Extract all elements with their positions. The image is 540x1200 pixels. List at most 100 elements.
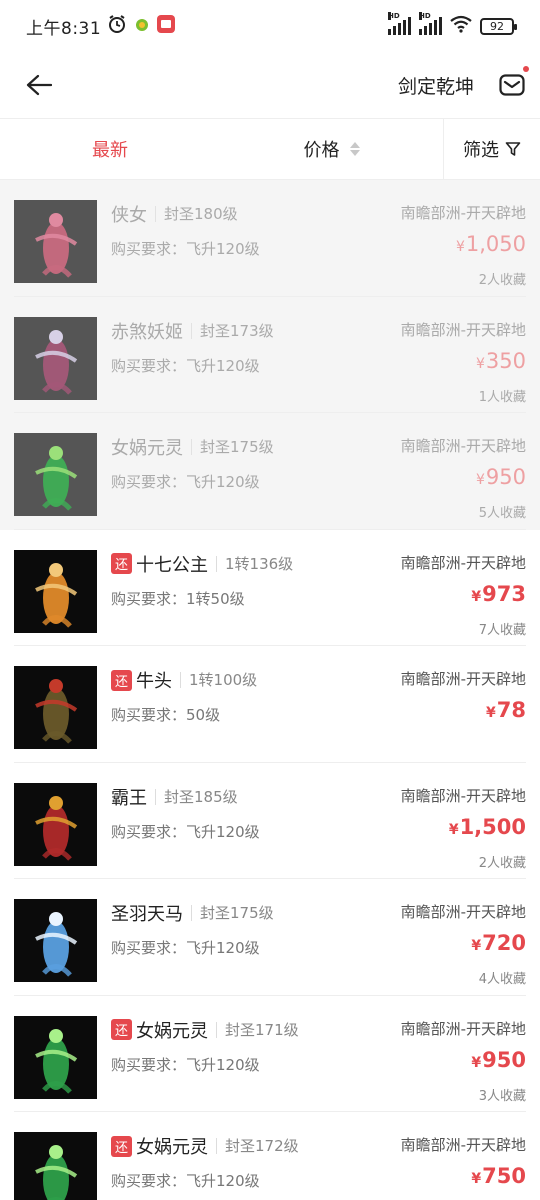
back-button[interactable] (22, 68, 56, 102)
pet-level: 封圣172级 (216, 1138, 299, 1154)
server-name: 南瞻部洲-开天辟地 (400, 1019, 526, 1038)
tag-badge: 还 (111, 669, 132, 691)
arrow-left-icon (26, 74, 52, 96)
pet-level: 封圣175级 (191, 905, 274, 921)
list-item[interactable]: 还女娲元灵 封圣171级购买要求：飞升120级 南瞻部洲-开天辟地 ¥950 3人收藏 (0, 996, 540, 1113)
pet-name: 赤煞妖姬 (111, 321, 183, 343)
list-item[interactable]: 还女娲元灵 封圣172级 购买要求：飞升120级 南瞻部洲-开天辟地 ¥750 (0, 1112, 540, 1200)
tab-price-label: 价格 (303, 140, 340, 161)
filter-label: 筛选 (463, 140, 499, 161)
server-name: 南瞻部洲-开天辟地 (400, 1136, 526, 1154)
wifi-icon (450, 15, 472, 37)
price: ¥950 (471, 1048, 526, 1072)
price: ¥78 (486, 698, 526, 722)
mail-button[interactable] (498, 66, 529, 99)
list-item[interactable]: 还牛头 1转100级购买要求：50级 南瞻部洲-开天辟地 ¥78 (0, 646, 540, 763)
purchase-requirement: 购买要求：50级 (111, 706, 221, 724)
pet-thumbnail (14, 666, 97, 749)
price-value: 720 (482, 931, 526, 955)
list-item[interactable]: 侠女 封圣180级 购买要求：飞升120级 南瞻部洲-开天辟地 ¥1,050 2人收藏 (0, 180, 540, 297)
list-item[interactable]: 赤煞妖姬 封圣173级 购买要求：飞升120级 南瞻部洲-开天辟地 ¥350 1人收藏 (0, 296, 540, 413)
purchase-requirement: 购买要求：1转50级 (111, 589, 245, 608)
name-row: 女娲元灵 封圣175级 (111, 434, 274, 460)
tag-badge: 还 (111, 553, 132, 574)
tag-badge: 还 (111, 1135, 132, 1157)
server-name: 南瞻部洲-开天辟地 (400, 903, 526, 921)
status-icons-right: HD HD 92 (388, 12, 517, 37)
list-item[interactable]: 女娲元灵 封圣175级 购买要求：飞升120级 南瞻部洲-开天辟地 ¥950 5人收藏 (0, 413, 540, 530)
purchase-requirement: 购买要求：飞升120级 (111, 240, 260, 258)
favorites-count: 3人收藏 (478, 1088, 526, 1104)
price-value: 950 (485, 465, 526, 489)
price-value: 973 (482, 581, 526, 606)
pet-thumbnail (14, 1132, 97, 1200)
price-value: 950 (482, 1047, 526, 1072)
app-header: 剑定乾坤 (0, 52, 540, 118)
price-value: 1,050 (465, 232, 526, 256)
pet-level: 封圣175级 (191, 439, 274, 455)
filter-button[interactable]: 筛选 (443, 118, 540, 180)
pet-name: 十七公主 (136, 554, 208, 576)
purchase-requirement: 购买要求：飞升120级 (111, 939, 260, 957)
favorites-count: 2人收藏 (478, 855, 526, 871)
server-name: 南瞻部洲-开天辟地 (400, 437, 526, 455)
pet-thumbnail (14, 899, 97, 982)
tab-latest[interactable]: 最新 (0, 136, 220, 162)
price: ¥973 (471, 582, 526, 606)
mail-icon (499, 74, 525, 96)
tag-badge: 还 (111, 1019, 132, 1040)
list-item[interactable]: 还十七公主 1转136级 购买要求：1转50级 南瞻部洲-开天辟地 ¥973 7人收藏 (0, 530, 540, 647)
pet-level: 封圣171级 (216, 1021, 299, 1038)
status-time: 上午8:31 (26, 18, 102, 39)
pet-level: 封圣173级 (191, 322, 274, 339)
pet-name: 女娲元灵 (136, 1137, 208, 1158)
header-title: 剑定乾坤 (397, 75, 474, 98)
pet-name: 霸王 (111, 787, 147, 809)
list-item[interactable]: 圣羽天马 封圣175级 购买要求：飞升120级 南瞻部洲-开天辟地 ¥720 4人收藏 (0, 879, 540, 996)
pet-thumbnail (14, 549, 97, 633)
currency-symbol: ¥ (471, 1054, 482, 1071)
server-name: 南瞻部洲-开天辟地 (400, 553, 526, 572)
favorites-count: 1人收藏 (478, 389, 526, 405)
listing: 侠女 封圣180级 购买要求：飞升120级 南瞻部洲-开天辟地 ¥1,050 2人收藏 赤煞… (0, 180, 540, 1200)
pet-name: 女娲元灵 (136, 1020, 208, 1042)
shopping-app-icon (157, 15, 176, 37)
name-row: 还十七公主 1转136级 (111, 551, 293, 577)
pet-level: 1转100级 (180, 672, 257, 688)
pet-name: 圣羽天马 (111, 904, 183, 925)
signal-icon: HD (388, 12, 411, 35)
price: ¥350 (476, 349, 526, 373)
price-value: 78 (496, 698, 526, 722)
name-row: 侠女 封圣180级 (111, 201, 238, 227)
pet-thumbnail (14, 316, 97, 400)
price-value: 750 (482, 1164, 526, 1188)
tab-price[interactable]: 价格 (220, 136, 443, 162)
pet-name: 牛头 (136, 671, 172, 692)
currency-symbol: ¥ (475, 355, 485, 372)
pet-level: 1转136级 (216, 555, 293, 572)
app-notification-icon (135, 17, 149, 36)
alarm-icon (107, 14, 127, 38)
price: ¥1,500 (449, 815, 526, 839)
price: ¥720 (471, 931, 526, 955)
currency-symbol: ¥ (475, 472, 485, 488)
server-name: 南瞻部洲-开天辟地 (400, 670, 526, 688)
status-bar: 上午8:31 HD HD 92 (0, 0, 540, 52)
currency-symbol: ¥ (471, 588, 482, 605)
list-item[interactable]: 霸王 封圣185级 购买要求：飞升120级 南瞻部洲-开天辟地 ¥1,500 2人收藏 (0, 763, 540, 880)
pet-name: 侠女 (111, 205, 147, 226)
currency-symbol: ¥ (471, 1171, 482, 1187)
price: ¥1,050 (456, 232, 526, 256)
currency-symbol: ¥ (448, 821, 459, 838)
notification-dot (523, 66, 529, 72)
name-row: 还牛头 1转100级 (111, 667, 257, 693)
name-row: 圣羽天马 封圣175级 (111, 900, 274, 926)
price-value: 1,500 (459, 814, 526, 839)
currency-symbol: ¥ (455, 239, 465, 255)
currency-symbol: ¥ (486, 705, 496, 721)
price: ¥950 (476, 465, 526, 489)
pet-name: 女娲元灵 (111, 438, 183, 459)
currency-symbol: ¥ (471, 938, 482, 954)
pet-level: 封圣180级 (155, 206, 238, 222)
purchase-requirement: 购买要求：飞升120级 (111, 1055, 260, 1074)
